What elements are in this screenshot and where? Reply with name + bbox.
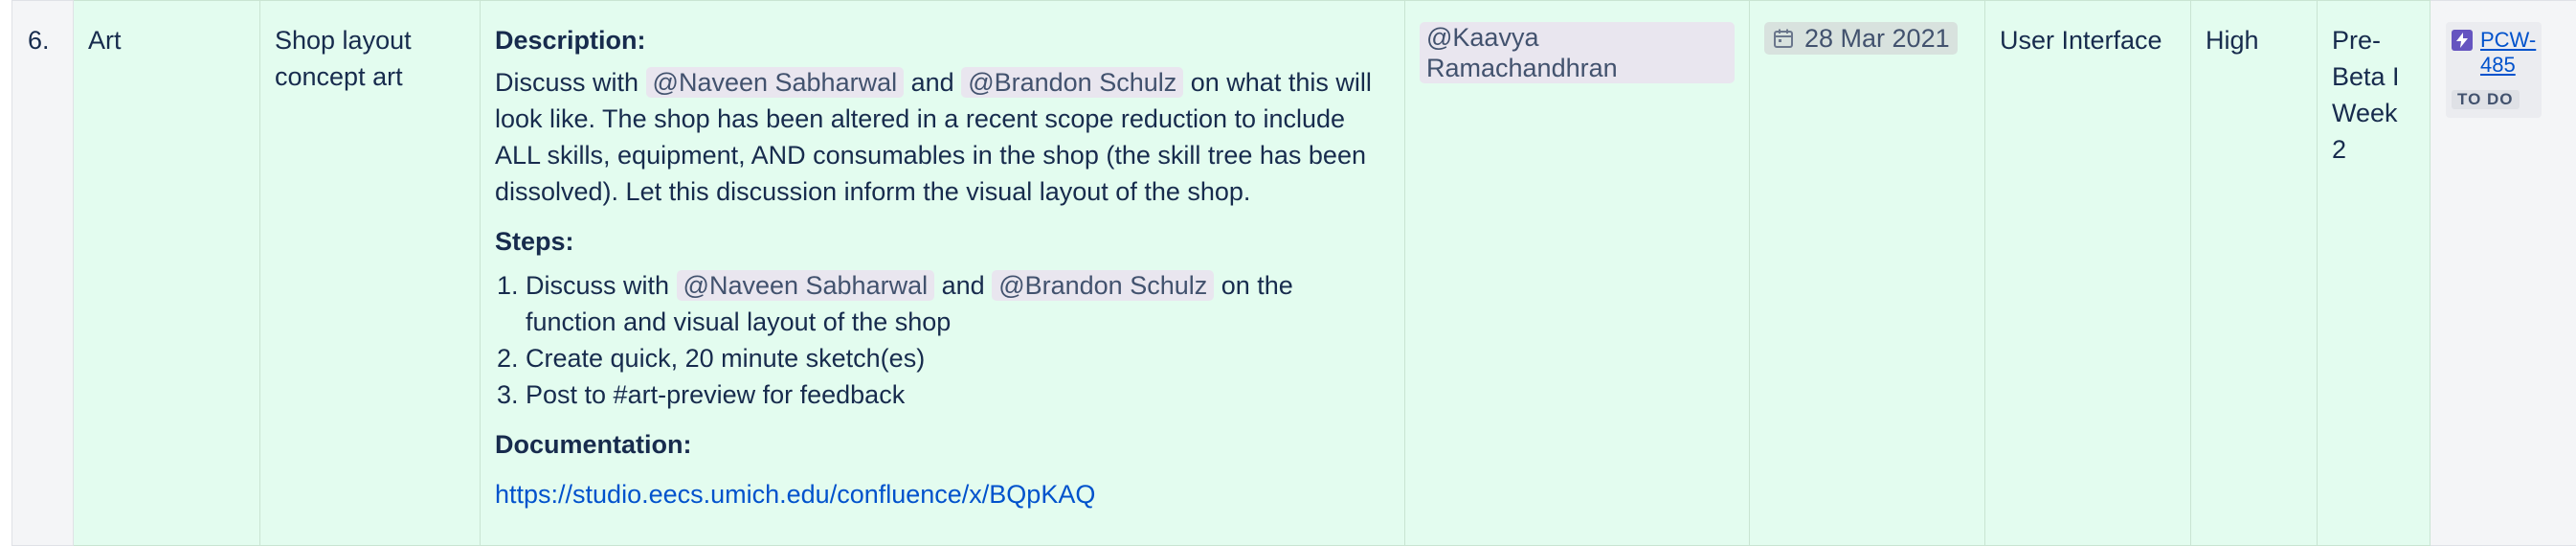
assignee-mention[interactable]: @Kaavya Ramachandhran — [1420, 22, 1735, 83]
mention-brandon[interactable]: @Brandon Schulz — [961, 67, 1184, 98]
lightning-icon — [2452, 30, 2473, 51]
jira-issue-key[interactable]: PCW-485 — [2480, 28, 2536, 78]
table-row: 6. Art Shop layout concept art Descripti… — [11, 0, 2576, 546]
description-cell: Description: Discuss with @Naveen Sabhar… — [480, 0, 1405, 546]
mention-naveen[interactable]: @Naveen Sabharwal — [676, 270, 935, 301]
mention-naveen[interactable]: @Naveen Sabharwal — [645, 67, 905, 98]
documentation-heading: Documentation: — [495, 430, 692, 459]
step1-and: and — [941, 271, 985, 300]
description-and: and — [910, 68, 954, 97]
task-title-cell: Shop layout concept art — [259, 0, 481, 546]
due-date-cell: 28 Mar 2021 — [1749, 0, 1985, 546]
due-date-lozenge[interactable]: 28 Mar 2021 — [1764, 22, 1958, 55]
category-cell: Art — [73, 0, 260, 546]
milestone-cell: Pre-Beta I Week 2 — [2317, 0, 2430, 546]
steps-heading: Steps: — [495, 227, 574, 256]
steps-list: Discuss with @Naveen Sabharwal and @Bran… — [495, 267, 1390, 413]
status-badge: TO DO — [2452, 90, 2520, 109]
jira-issue-card[interactable]: PCW-485 TO DO — [2446, 22, 2542, 118]
jira-cell: PCW-485 TO DO — [2430, 0, 2576, 546]
assignee-cell: @Kaavya Ramachandhran — [1404, 0, 1750, 546]
list-item: Post to #art-preview for feedback — [526, 376, 1390, 413]
task-table: 6. Art Shop layout concept art Descripti… — [11, 0, 2576, 546]
priority-cell: High — [2190, 0, 2318, 546]
calendar-icon — [1774, 29, 1793, 48]
list-item: Create quick, 20 minute sketch(es) — [526, 340, 1390, 376]
description-prefix: Discuss with — [495, 68, 639, 97]
step1-prefix: Discuss with — [526, 271, 670, 300]
row-number: 6. — [11, 0, 74, 546]
due-date-text: 28 Mar 2021 — [1804, 24, 1950, 53]
list-item: Discuss with @Naveen Sabharwal and @Bran… — [526, 267, 1390, 340]
mention-brandon[interactable]: @Brandon Schulz — [992, 270, 1215, 301]
description-heading: Description: — [495, 26, 646, 55]
area-cell: User Interface — [1984, 0, 2191, 546]
description-text: Discuss with @Naveen Sabharwal and @Bran… — [495, 64, 1390, 210]
documentation-link[interactable]: https://studio.eecs.umich.edu/confluence… — [495, 476, 1095, 512]
